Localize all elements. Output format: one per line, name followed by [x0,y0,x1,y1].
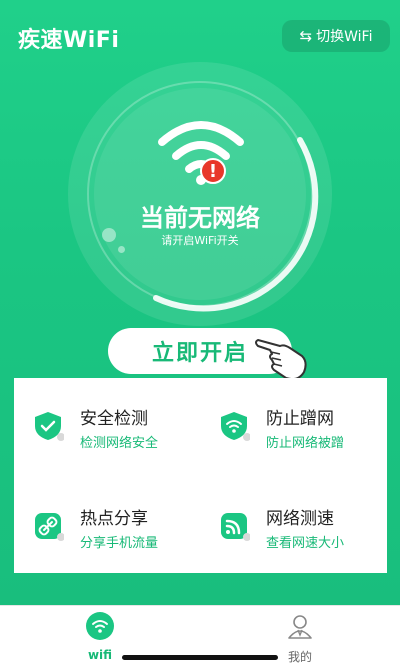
shield-wifi-icon [221,412,250,441]
shield-check-icon [35,412,64,441]
feature-title: 防止蹭网 [266,409,334,429]
feature-anti-leech[interactable]: 防止蹭网 防止网络被蹭 [218,404,398,464]
feature-subtitle: 查看网速大小 [266,536,345,551]
wifi-icon [86,612,114,640]
feature-speed-test[interactable]: 网络测速 查看网速大小 [218,504,398,564]
features-card: 安全检测 检测网络安全 防止蹭网 防止网络被蹭 热点分享 分享手机流量 网络测速… [14,378,387,573]
progress-arc [87,81,319,312]
swap-icon: ⇆ [299,27,313,45]
feature-title: 安全检测 [80,409,148,429]
feature-subtitle: 分享手机流量 [80,536,159,551]
signal-icon [221,513,250,541]
switch-wifi-button[interactable]: ⇆ 切换WiFi [282,20,390,52]
feature-title: 热点分享 [80,509,148,529]
feature-title: 网络测速 [266,509,334,529]
feature-security-check[interactable]: 安全检测 检测网络安全 [32,404,212,464]
app-title: 疾速WiFi [18,28,120,53]
feature-subtitle: 检测网络安全 [80,436,159,451]
home-indicator [122,655,278,660]
status-title: 当前无网络 [140,204,260,232]
link-icon [35,513,64,541]
pointing-hand-icon [255,339,307,381]
switch-wifi-label: 切换WiFi [316,29,373,45]
feature-hotspot-share[interactable]: 热点分享 分享手机流量 [32,504,212,564]
user-icon [288,615,312,639]
alert-icon: ! [200,158,226,184]
feature-subtitle: 防止网络被蹭 [266,436,345,451]
status-subtitle: 请开启WiFi开关 [161,234,239,247]
